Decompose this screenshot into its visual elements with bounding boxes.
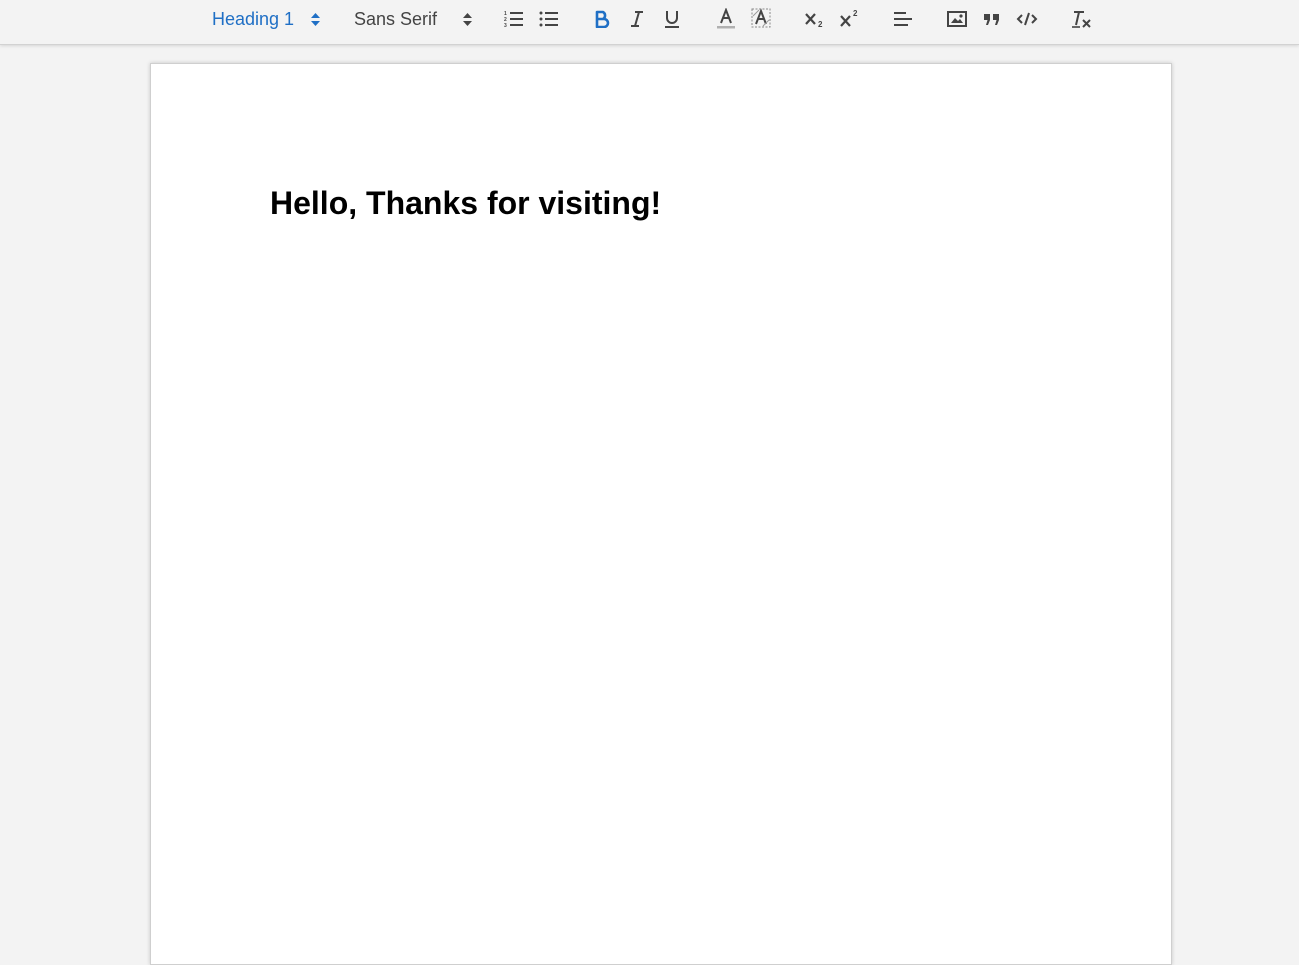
- superscript-icon: 2: [839, 9, 861, 29]
- bold-icon: [594, 10, 610, 28]
- header-picker[interactable]: Heading 1: [212, 7, 320, 31]
- up-down-arrows-icon: [463, 13, 472, 26]
- image-button[interactable]: [945, 7, 969, 31]
- image-icon: [947, 10, 967, 28]
- subscript-icon: 2: [804, 9, 826, 29]
- underline-button[interactable]: [660, 7, 684, 31]
- quote-icon: [982, 10, 1002, 28]
- background-color-button[interactable]: [749, 7, 773, 31]
- italic-icon: [629, 10, 645, 28]
- ordered-list-icon: 1 2 3: [504, 10, 524, 28]
- subscript-button[interactable]: 2: [803, 7, 827, 31]
- document-heading[interactable]: Hello, Thanks for visiting!: [270, 185, 661, 222]
- superscript-button[interactable]: 2: [838, 7, 862, 31]
- align-button[interactable]: [891, 7, 915, 31]
- up-down-arrows-icon: [311, 13, 320, 26]
- bullet-list-button[interactable]: [537, 7, 561, 31]
- text-color-button[interactable]: [714, 7, 738, 31]
- svg-text:2: 2: [818, 20, 823, 29]
- font-picker[interactable]: Sans Serif: [354, 7, 472, 31]
- font-picker-label: Sans Serif: [354, 8, 438, 29]
- svg-text:3: 3: [504, 23, 507, 28]
- editor-page[interactable]: Hello, Thanks for visiting!: [150, 63, 1172, 965]
- clear-format-icon: [1070, 9, 1092, 29]
- code-icon: [1016, 10, 1038, 28]
- text-color-icon: [716, 8, 736, 30]
- editor-toolbar: Heading 1 Sans Serif 1 2 3 2 2: [0, 0, 1299, 45]
- bullet-list-icon: [539, 10, 559, 28]
- highlight-color-icon: [751, 8, 771, 30]
- ordered-list-button[interactable]: 1 2 3: [502, 7, 526, 31]
- blockquote-button[interactable]: [980, 7, 1004, 31]
- italic-button[interactable]: [625, 7, 649, 31]
- clear-formatting-button[interactable]: [1069, 7, 1093, 31]
- align-left-icon: [893, 10, 913, 28]
- code-block-button[interactable]: [1015, 7, 1039, 31]
- underline-icon: [663, 9, 681, 29]
- svg-text:2: 2: [853, 9, 858, 18]
- bold-button[interactable]: [590, 7, 614, 31]
- header-picker-label: Heading 1: [212, 8, 295, 29]
